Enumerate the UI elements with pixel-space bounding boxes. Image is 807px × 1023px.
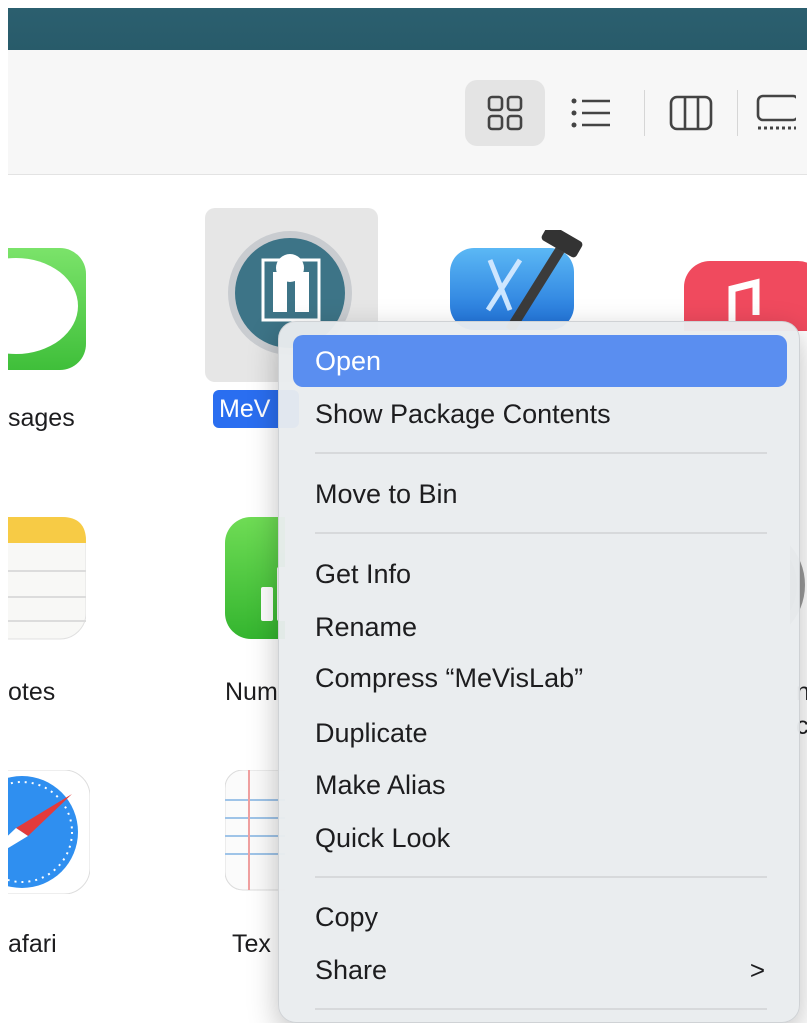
menu-item-rename[interactable]: Rename (293, 601, 787, 653)
numbers-app-icon[interactable] (225, 517, 349, 646)
menu-item-get-info[interactable]: Get Info (293, 548, 787, 600)
list-view-button[interactable] (552, 80, 632, 146)
menu-separator (315, 532, 767, 534)
notes-app-icon[interactable] (0, 516, 87, 646)
messages-app-icon[interactable] (0, 248, 86, 379)
columns-icon (669, 95, 713, 131)
menu-separator (315, 452, 767, 454)
xcode-app-icon[interactable] (450, 224, 590, 335)
icon-view-button[interactable] (465, 80, 545, 146)
menu-item-show-package-contents[interactable]: Show Package Contents (293, 388, 787, 440)
menu-separator (315, 876, 767, 878)
safari-app-icon[interactable] (0, 769, 91, 899)
notes-app-label: otes (8, 678, 56, 706)
messages-app-label: sages (8, 404, 75, 432)
menu-item-share-label: Share (315, 955, 388, 985)
textedit-app-icon[interactable] (224, 769, 346, 899)
list-icon (571, 98, 610, 128)
gallery-view-button[interactable] (746, 80, 806, 146)
safari-app-label: afari (8, 930, 57, 958)
menu-item-copy[interactable]: Copy (293, 891, 787, 943)
screen-edge-top (0, 0, 807, 8)
menu-item-duplicate[interactable]: Duplicate (293, 707, 787, 759)
gallery-icon (756, 94, 796, 130)
menu-item-compress[interactable]: Compress “MeVisLab” (293, 652, 787, 704)
menu-item-make-alias[interactable]: Make Alias (293, 759, 787, 811)
numbers-app-label: Num (225, 678, 278, 706)
screen-edge-left (0, 0, 8, 1010)
menu-item-move-to-bin[interactable]: Move to Bin (293, 468, 787, 520)
menu-item-open[interactable]: Open (293, 335, 787, 387)
menu-item-quick-look[interactable]: Quick Look (293, 812, 787, 864)
toolbar-separator (737, 90, 738, 136)
menu-item-share[interactable]: Share > (293, 944, 787, 996)
grid-icon (487, 95, 523, 131)
chevron-right-icon: > (749, 955, 765, 985)
finder-toolbar (8, 50, 807, 175)
textedit-app-label: Tex (232, 930, 271, 958)
context-menu: Open Show Package Contents Move to Bin G… (278, 321, 800, 1023)
column-view-button[interactable] (651, 80, 731, 146)
toolbar-separator (644, 90, 645, 136)
